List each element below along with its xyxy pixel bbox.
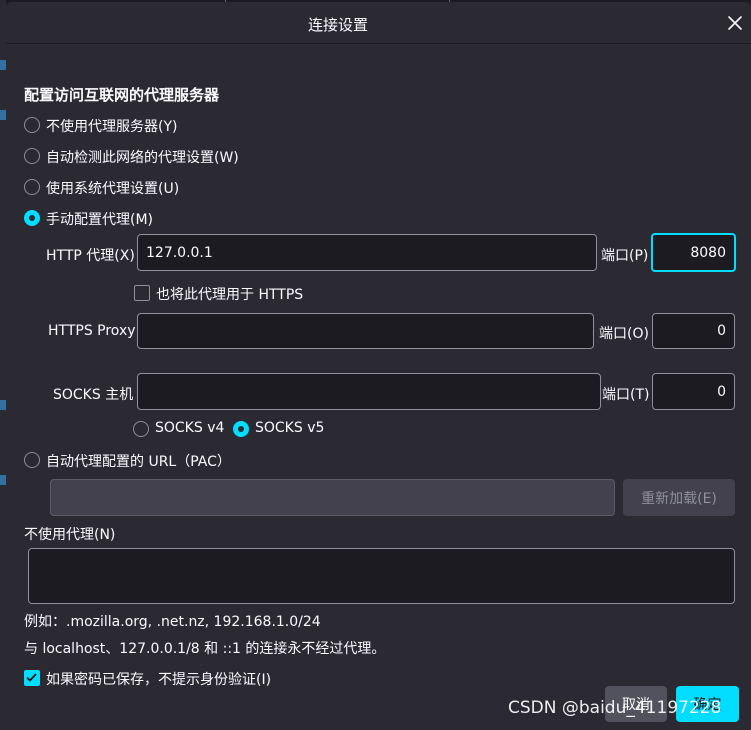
- pac-url-input[interactable]: [50, 479, 615, 516]
- radio-socks-v4[interactable]: [133, 421, 149, 437]
- also-https-label[interactable]: 也将此代理用于 HTTPS: [156, 284, 303, 304]
- socks-port-label: 端口(T): [602, 387, 650, 403]
- dialog-content: 配置访问互联网的代理服务器 不使用代理服务器(Y) 自动检测此网络的代理设置(W…: [6, 44, 751, 730]
- radio-socks-v4-label[interactable]: SOCKS v4: [155, 420, 224, 436]
- auth-prompt-checkbox[interactable]: [24, 670, 40, 686]
- https-port-input[interactable]: 0: [652, 313, 735, 349]
- no-proxy-example: 例如：.mozilla.org, .net.nz, 192.168.1.0/24: [24, 614, 321, 630]
- watermark: CSDN @baidu_41197228: [508, 698, 722, 718]
- socks-host-input[interactable]: [137, 373, 601, 410]
- radio-no-proxy-label[interactable]: 不使用代理服务器(Y): [46, 116, 177, 136]
- also-https-checkbox[interactable]: [134, 285, 150, 301]
- radio-manual-proxy-label[interactable]: 手动配置代理(M): [46, 209, 153, 229]
- reload-pac-button[interactable]: 重新加载(E): [623, 479, 735, 516]
- socks-port-input[interactable]: 0: [652, 373, 735, 410]
- socks-host-label: SOCKS 主机: [53, 387, 134, 403]
- check-icon: [26, 673, 37, 682]
- section-heading: 配置访问互联网的代理服务器: [24, 86, 220, 104]
- auth-prompt-label[interactable]: 如果密码已保存，不提示身份验证(I): [46, 669, 271, 689]
- radio-manual-proxy[interactable]: [24, 210, 40, 226]
- no-proxy-for-textarea[interactable]: [28, 548, 735, 604]
- radio-socks-v5[interactable]: [233, 421, 249, 437]
- radio-pac-label[interactable]: 自动代理配置的 URL（PAC）: [46, 451, 231, 471]
- radio-system-proxy-label[interactable]: 使用系统代理设置(U): [46, 178, 179, 198]
- radio-auto-detect-label[interactable]: 自动检测此网络的代理设置(W): [46, 147, 239, 167]
- close-icon[interactable]: [726, 14, 744, 32]
- localhost-note: 与 localhost、127.0.0.1/8 和 ::1 的连接永不经过代理。: [24, 641, 386, 657]
- radio-no-proxy[interactable]: [24, 117, 40, 133]
- connection-settings-dialog: 连接设置 配置访问互联网的代理服务器 不使用代理服务器(Y) 自动检测此网络的代…: [6, 2, 751, 730]
- no-proxy-for-label: 不使用代理(N): [24, 527, 116, 543]
- radio-system-proxy[interactable]: [24, 179, 40, 195]
- radio-pac[interactable]: [24, 452, 40, 468]
- radio-auto-detect[interactable]: [24, 148, 40, 164]
- http-port-label: 端口(P): [601, 248, 649, 264]
- http-proxy-input[interactable]: 127.0.0.1: [137, 234, 597, 271]
- http-proxy-label: HTTP 代理(X): [46, 248, 135, 264]
- http-port-input[interactable]: 8080: [651, 233, 736, 272]
- dialog-title: 连接设置: [307, 16, 368, 34]
- radio-socks-v5-label[interactable]: SOCKS v5: [255, 420, 324, 436]
- dialog-titlebar: 连接设置: [6, 2, 751, 44]
- https-proxy-input[interactable]: [137, 313, 594, 349]
- https-proxy-label: HTTPS Proxy: [48, 323, 136, 339]
- https-port-label: 端口(O): [599, 326, 649, 342]
